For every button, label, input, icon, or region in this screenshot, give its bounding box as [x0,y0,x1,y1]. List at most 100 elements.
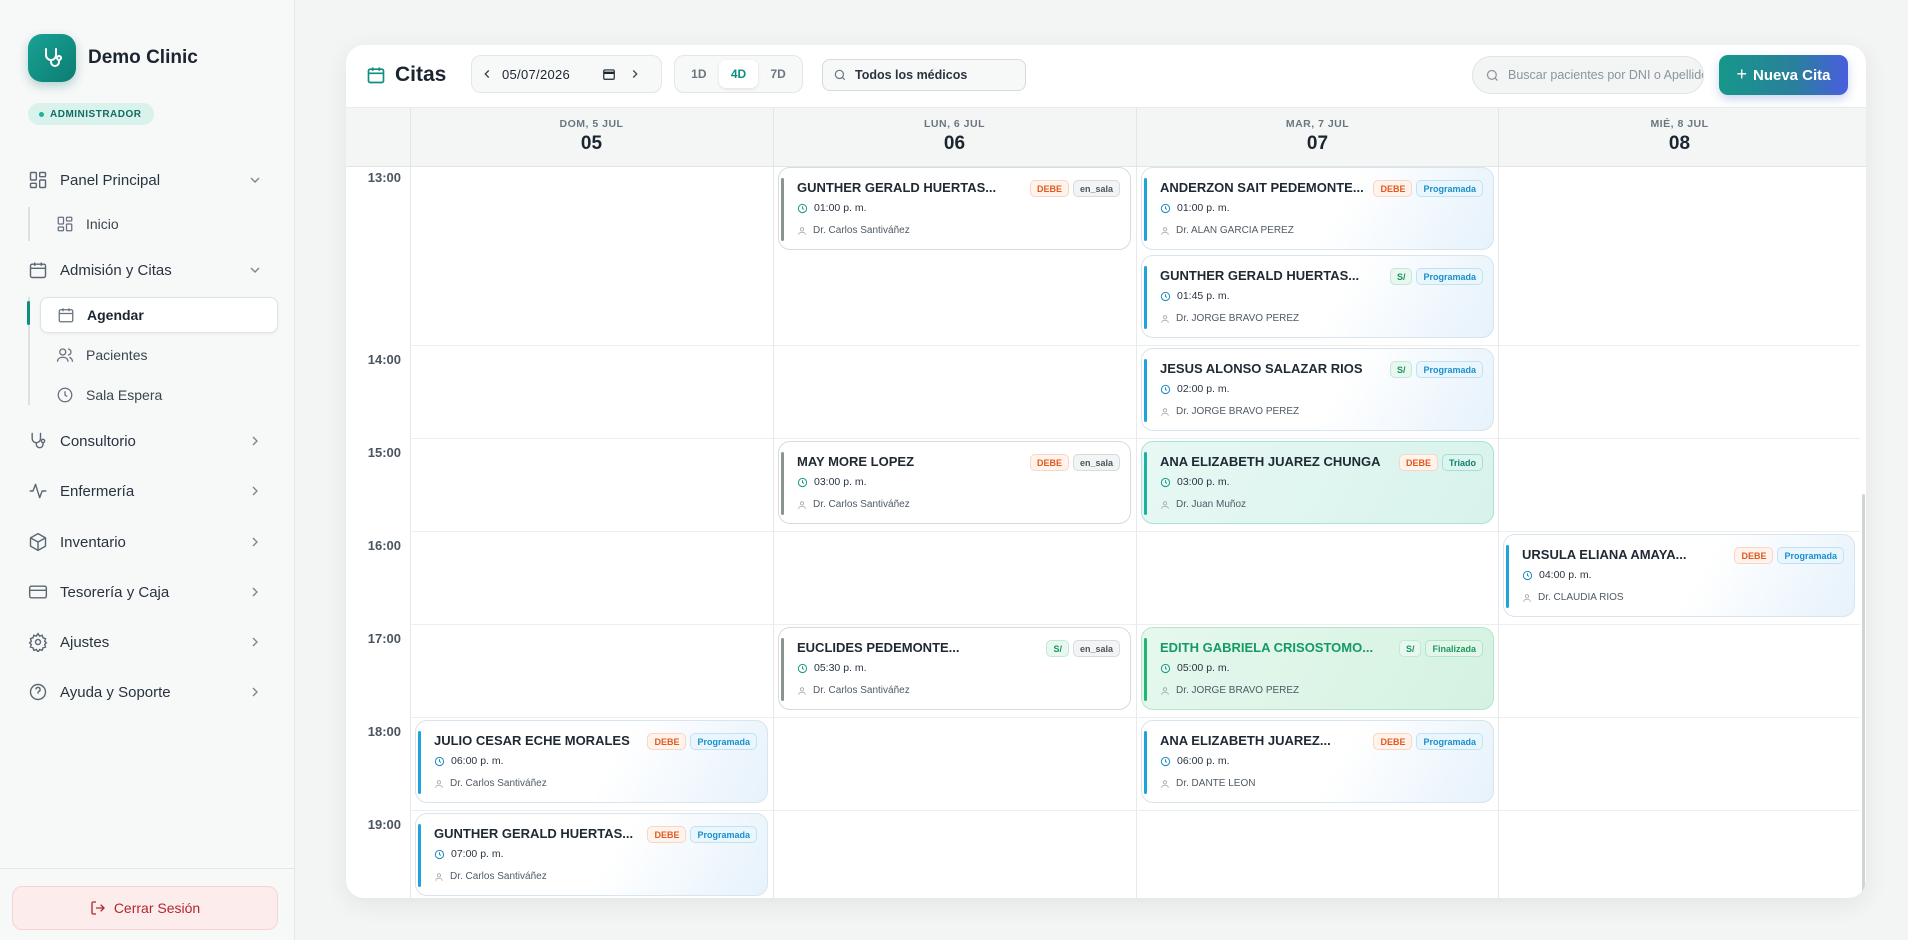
view-7d-button[interactable]: 7D [758,60,798,88]
clock-icon [1160,291,1171,301]
chevron-right-icon [632,70,638,78]
chevron-right-icon [252,687,258,697]
appointment-doctor: Dr. Carlos Santiváñez [797,225,910,236]
hour-line [410,345,1860,346]
appointment-card[interactable]: GUNTHER GERALD HUERTAS... DEBE en_sala 0… [778,167,1131,250]
scrollbar[interactable] [1862,494,1865,898]
patient-search-input[interactable]: Buscar pacientes por DNI o Apellido [1472,56,1704,94]
status-badge: en_sala [1072,640,1120,657]
day-header[interactable]: MAR, 7 JUL 07 [1136,108,1498,168]
nav-panel-principal[interactable]: Panel Principal [28,162,263,198]
hour-label: 14:00 [367,352,401,367]
user-icon [798,500,806,509]
nav-inventario[interactable]: Inventario [28,524,263,560]
view-4d-button[interactable]: 4D [718,60,759,88]
badges: DEBE Programada [1373,733,1483,750]
brand[interactable]: Demo Clinic [28,34,198,82]
badges: S/ Programada [1389,268,1483,285]
time-text: 05:00 p. m. [1177,662,1230,674]
patient-name: JULIO CESAR ECHE MORALES [434,733,630,748]
appointment-card[interactable]: URSULA ELIANA AMAYA... DEBE Programada 0… [1503,534,1855,617]
next-day-button[interactable] [620,56,650,92]
appointment-card[interactable]: EUCLIDES PEDEMONTE... S/ en_sala 05:30 p… [778,627,1131,710]
appointment-time: 06:00 p. m. [1160,755,1230,767]
appointment-card[interactable]: ANA ELIZABETH JUAREZ... DEBE Programada … [1141,720,1494,803]
clock-icon [434,849,445,859]
appointment-card[interactable]: MAY MORE LOPEZ DEBE en_sala 03:00 p. m. … [778,441,1131,524]
nav-label: Ayuda y Soporte [60,683,171,701]
payment-badge: DEBE [1373,733,1413,750]
day-header[interactable]: LUN, 6 JUL 06 [773,108,1135,168]
new-appointment-button[interactable]: + Nueva Cita [1719,55,1848,95]
doctor-text: Dr. Carlos Santiváñez [813,685,910,696]
column-divider [410,167,411,898]
clock-icon [797,203,808,213]
appointment-time: 05:30 p. m. [797,662,867,674]
hour-label: 13:00 [367,170,401,185]
box-icon [29,532,47,552]
calendar-header: DOM, 5 JUL 05 LUN, 6 JUL 06 MAR, 7 JUL 0… [346,107,1866,168]
prev-day-button[interactable] [472,56,502,92]
nav-admision-citas[interactable]: Admisión y Citas [28,252,263,288]
nav-label: Consultorio [60,432,136,450]
nav-consultorio[interactable]: Consultorio [28,423,263,459]
appointment-card[interactable]: GUNTHER GERALD HUERTAS... S/ Programada … [1141,255,1494,338]
date-input[interactable]: 05/07/2026 [502,67,602,82]
patient-name: GUNTHER GERALD HUERTAS... [434,826,634,841]
appointment-card[interactable]: JULIO CESAR ECHE MORALES DEBE Programada… [415,720,768,803]
appointment-card[interactable]: GUNTHER GERALD HUERTAS... DEBE Programad… [415,813,768,896]
nav-enfermeria[interactable]: Enfermería [28,473,263,509]
nav-tesoreria[interactable]: Tesorería y Caja [28,574,263,610]
badges: S/ Programada [1389,361,1483,378]
clock-icon [1160,203,1171,213]
day-name: MAR, 7 JUL [1285,118,1350,130]
appointment-card[interactable]: ANA ELIZABETH JUAREZ CHUNGA DEBE Triado … [1141,441,1494,524]
divider [0,868,295,869]
sidebar-item-sala-espera[interactable]: Sala Espera [40,377,278,413]
calendar-grid: 13:00 14:00 15:00 16:00 17:00 18:00 19:0… [346,167,1866,898]
appointment-time: 01:45 p. m. [1160,290,1230,302]
sidebar-item-label: Agendar [87,307,144,323]
patient-name: ANA ELIZABETH JUAREZ... [1160,733,1331,748]
sidebar-item-agendar[interactable]: Agendar [40,297,278,333]
status-badge: Triado [1441,454,1483,471]
chevron-left-icon [484,70,490,78]
gear-icon [28,632,48,652]
user-icon [435,779,443,788]
appointment-time: 03:00 p. m. [797,476,867,488]
doctor-filter[interactable]: Todos los médicos [822,59,1026,91]
badges: DEBE Programada [647,733,757,750]
status-badge: Programada [1416,361,1483,378]
sidebar-item-inicio[interactable]: Inicio [40,206,278,242]
nav-ayuda[interactable]: Ayuda y Soporte [28,674,263,710]
credit-card-icon [28,585,48,599]
badges: DEBE Programada [1734,547,1844,564]
appointment-doctor: Dr. Carlos Santiváñez [797,499,910,510]
appointment-doctor: Dr. DANTE LEON [1160,778,1255,789]
chevron-down-icon [250,267,260,273]
sidebar-item-label: Pacientes [86,347,148,363]
dashboard-icon [57,216,73,232]
appointment-card[interactable]: ANDERZON SAIT PEDEMONTE... DEBE Programa… [1141,167,1494,250]
logout-icon [91,901,105,915]
badges: DEBE en_sala [1029,454,1120,471]
nav-ajustes[interactable]: Ajustes [28,624,263,660]
day-name: LUN, 6 JUL [923,118,985,130]
doctor-text: Dr. JORGE BRAVO PEREZ [1176,406,1300,417]
sidebar-item-pacientes[interactable]: Pacientes [40,337,278,373]
appointment-card[interactable]: EDITH GABRIELA CRISOSTOMO... S/ Finaliza… [1141,627,1494,710]
nav-label: Tesorería y Caja [60,583,170,601]
title-text: Citas [395,63,447,86]
clock-icon [1160,663,1171,673]
logout-button[interactable]: Cerrar Sesión [12,886,278,930]
day-header[interactable]: DOM, 5 JUL 05 [410,108,772,168]
payment-badge: DEBE [647,826,687,843]
patient-name: ANDERZON SAIT PEDEMONTE... [1160,180,1364,195]
view-1d-button[interactable]: 1D [679,60,719,88]
status-badge: Programada [690,826,757,843]
calendar-icon [367,67,385,84]
calendar-picker-icon[interactable] [602,67,616,81]
day-header[interactable]: MIÉ, 8 JUL 08 [1498,108,1860,168]
appointment-card[interactable]: JESUS ALONSO SALAZAR RIOS S/ Programada … [1141,348,1494,431]
clock-icon [1160,756,1171,766]
